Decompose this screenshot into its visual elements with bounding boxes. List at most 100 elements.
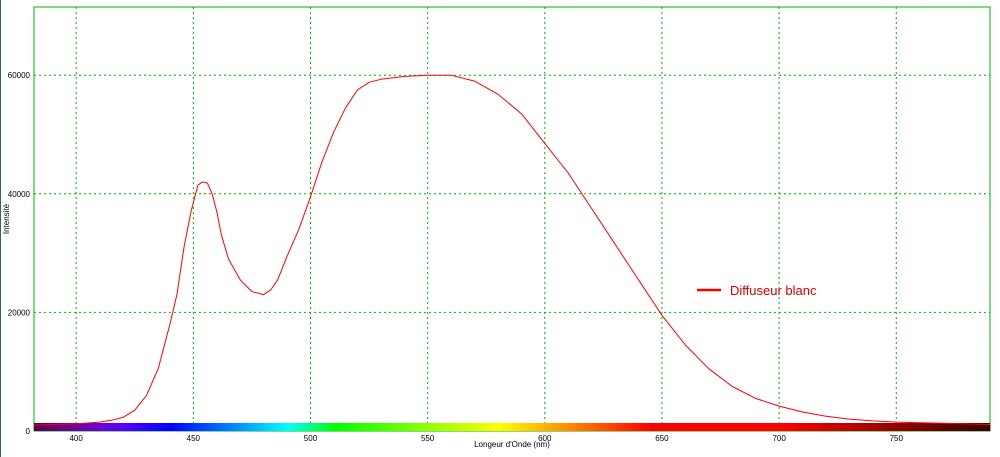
spectrum-band [942,423,945,431]
spectrum-band [790,423,793,431]
spectrum-band [298,423,301,431]
spectrum-band [284,423,287,431]
spectrum-band [590,423,593,431]
spectrum-band [892,423,895,431]
spectrum-band [578,423,581,431]
spectrum-band [154,423,157,431]
spectrum-band [678,423,681,431]
spectrum-band [142,423,145,431]
spectrum-band [320,423,323,431]
spectrum-band [882,423,885,431]
spectrum-band [946,423,949,431]
spectrum-band [902,423,905,431]
spectrum-band [192,423,195,431]
spectrum-band [86,423,89,431]
spectrum-band [948,423,951,431]
spectrum-band [484,423,487,431]
spectrum-band [700,423,703,431]
spectrum-band [734,423,737,431]
spectrum-band [690,423,693,431]
spectrum-band [674,423,677,431]
spectrum-band [806,423,809,431]
spectrum-band [648,423,651,431]
spectrum-band [560,423,563,431]
spectrum-band [520,423,523,431]
spectrum-band [704,423,707,431]
spectrum-band [386,423,389,431]
spectrum-band [342,423,345,431]
spectrum-band [244,423,247,431]
spectrum-band [636,423,639,431]
spectrum-band [206,423,209,431]
spectrum-band [352,423,355,431]
spectrum-band [656,423,659,431]
spectrum-band [412,423,415,431]
spectrum-band [836,423,839,431]
spectrum-band [634,423,637,431]
spectrum-band [724,423,727,431]
spectrum-band [764,423,767,431]
spectrum-band [772,423,775,431]
y-tick-labels: 0 20000 40000 60000 [8,71,31,436]
spectrum-band [574,423,577,431]
spectrum-band [576,423,579,431]
spectrum-band [214,423,217,431]
spectrum-band [928,423,931,431]
spectrum-band [652,423,655,431]
spectrum-band [120,423,123,431]
spectrum-band [846,423,849,431]
spectrum-band [598,423,601,431]
spectrum-band [778,423,781,431]
spectrum-band [208,423,211,431]
spectrum-band [344,423,347,431]
spectrum-band [586,423,589,431]
y-tick-label: 60000 [8,71,31,80]
spectrum-band [730,423,733,431]
spectrum-band [124,423,127,431]
spectrum-band [556,423,559,431]
spectrum-band [326,423,329,431]
spectrum-band [238,423,241,431]
spectrum-band [340,423,343,431]
spectrum-band [708,423,711,431]
x-tick-label: 450 [187,434,201,443]
spectrum-band [146,423,149,431]
spectrum-band [112,423,115,431]
spectrum-band [164,423,167,431]
spectrum-band [138,423,141,431]
spectrum-band [422,423,425,431]
spectrum-band [612,423,615,431]
spectrum-band [378,423,381,431]
spectrum-band [168,423,171,431]
spectrum-band [212,423,215,431]
spectrum-band [670,423,673,431]
chart-svg: 400 450 500 550 600 650 700 750 020000400006000… [2,6,991,449]
spectrum-band [374,423,377,431]
spectrum-band [532,423,535,431]
spectrum-band [544,423,547,431]
spectrum-band [114,423,117,431]
spectrum-band [448,423,451,431]
spectrum-band [258,423,261,431]
spectrum-band [536,423,539,431]
spectrum-band [860,423,863,431]
spectrum-band [346,423,349,431]
spectrum-band [610,423,613,431]
spectrum-band [308,423,311,431]
spectrum-band [80,423,83,431]
spectrum-band [232,423,235,431]
spectrum-band [688,423,691,431]
spectrum-band [716,423,719,431]
spectrum-band [814,423,817,431]
spectrum-band [822,423,825,431]
spectrum-band [280,423,283,431]
spectrum-band [714,423,717,431]
spectrum-band [830,423,833,431]
spectrum-band [310,423,313,431]
spectrum-band [182,423,185,431]
spectrum-band [456,423,459,431]
spectrum-band [866,423,869,431]
spectrum-band [896,423,899,431]
spectrum-band [594,423,597,431]
spectrum-band [876,423,879,431]
